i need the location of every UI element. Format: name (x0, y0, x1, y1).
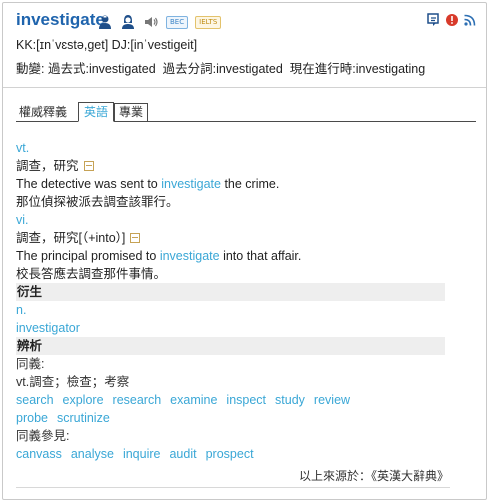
synonym-link[interactable]: examine (170, 393, 217, 407)
female-speaker-icon[interactable] (120, 14, 136, 30)
ielts-badge: IELTS (195, 15, 222, 29)
verb-forms: 動變: 過去式:investigated 過去分詞:investigated 現… (16, 58, 425, 77)
synonym-link[interactable]: review (314, 393, 350, 407)
synonym-link[interactable]: explore (63, 393, 104, 407)
word-header: investigate BEC IELTS KK:[ɪnˈvɛstə,get] … (3, 3, 486, 88)
source-attribution: 以上來源於：《英漢大辭典》 (298, 469, 449, 483)
example-text: The principal promised to (16, 249, 160, 263)
synonym-link[interactable]: probe (16, 411, 48, 425)
header-actions (427, 13, 477, 27)
definition: 調查，研究 (16, 157, 446, 175)
definition-text: 調查，研究 (16, 159, 79, 173)
tab-professional[interactable]: 專業 (114, 103, 149, 121)
rss-icon[interactable] (463, 13, 477, 27)
dictionary-panel: investigate BEC IELTS KK:[ɪnˈvɛstə,get] … (2, 2, 487, 500)
see-also-link[interactable]: inquire (123, 447, 161, 461)
example-sentence: The principal promised to investigate in… (16, 247, 446, 265)
verb-forms-label: 動變: (16, 62, 45, 76)
bec-badge: BEC (166, 15, 189, 29)
synonyms-definition: vt.調查；檢查；考察 (16, 375, 130, 389)
synonyms-label: 同義: (16, 357, 45, 371)
present-participle: 現在進行時:investigating (289, 62, 426, 76)
pronunciation: KK:[ɪnˈvɛstə,get] DJ:[inˈvestigeit] (16, 38, 198, 52)
derivation-heading: 衍生 (16, 283, 445, 301)
definition: 調查，研究[（+into）] (16, 229, 446, 247)
synonyms-row: search explore research examine inspect study… (16, 391, 446, 409)
flashcard-icon[interactable] (427, 13, 441, 27)
example-translation: 那位偵探被派去調查該罪行。 (16, 195, 179, 209)
past-participle: 過去分詞:investigated (162, 62, 283, 76)
tab-authoritative[interactable]: 權威釋義 (19, 104, 67, 121)
example-text: The detective was sent to (16, 177, 162, 191)
derived-word-link[interactable]: investigator (16, 319, 446, 337)
definition-text: 調查，研究[（+into）] (16, 231, 126, 245)
pronunciation-icons: BEC IELTS (97, 13, 222, 31)
example-keyword-link[interactable]: investigate (160, 249, 220, 263)
footer-divider (16, 487, 450, 488)
example-text: the crime. (220, 177, 280, 191)
collapse-icon[interactable] (130, 232, 141, 243)
tab-english[interactable]: 英語 (78, 102, 115, 122)
headword: investigate (16, 10, 105, 29)
definitions: vt. 調查，研究 The detective was sent to inve… (16, 139, 446, 463)
synonym-link[interactable]: scrutinize (57, 411, 110, 425)
synonyms-row: probe scrutinize (16, 409, 446, 427)
synonym-link[interactable]: search (16, 393, 54, 407)
part-of-speech: vi. (16, 213, 29, 227)
example-translation: 校長答應去調查那件事情。 (16, 267, 167, 281)
synonym-link[interactable]: research (113, 393, 162, 407)
past-tense: 過去式:investigated (47, 62, 156, 76)
speaker-icon[interactable] (143, 14, 159, 30)
tab-bar: 權威釋義 英語 專業 (16, 102, 476, 122)
example-keyword-link[interactable]: investigate (161, 177, 221, 191)
male-speaker-icon[interactable] (97, 14, 113, 30)
part-of-speech: vt. (16, 141, 30, 155)
see-also-row: canvass analyse inquire audit prospect (16, 445, 446, 463)
analysis-heading: 辨析 (16, 337, 445, 355)
see-also-link[interactable]: canvass (16, 447, 62, 461)
example-text: into that affair. (219, 249, 302, 263)
derivation-pos: n. (16, 303, 27, 317)
collapse-icon[interactable] (83, 160, 94, 171)
see-also-label: 同義參見: (16, 429, 70, 443)
see-also-link[interactable]: prospect (206, 447, 254, 461)
see-also-link[interactable]: analyse (71, 447, 114, 461)
see-also-link[interactable]: audit (169, 447, 196, 461)
example-sentence: The detective was sent to investigate th… (16, 175, 446, 193)
report-error-icon[interactable] (445, 13, 459, 27)
synonym-link[interactable]: study (275, 393, 305, 407)
synonym-link[interactable]: inspect (226, 393, 266, 407)
